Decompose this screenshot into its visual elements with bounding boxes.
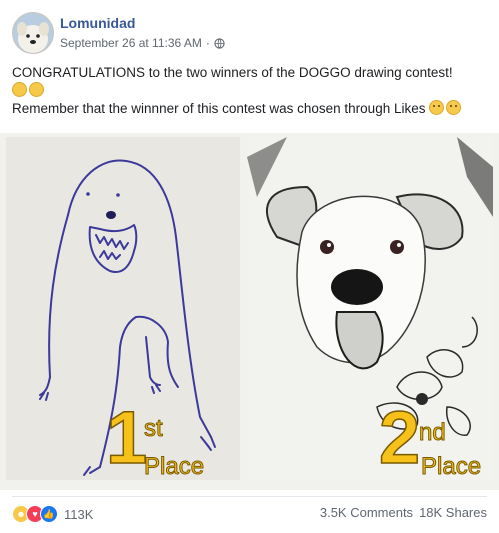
post-text-emoji-line [12, 82, 492, 100]
reaction-count: 113K [64, 506, 94, 522]
reactions-summary[interactable]: ☻ ♥ 👍 113K [12, 505, 93, 523]
realistic-dog-drawing-icon [247, 137, 493, 480]
post-photo[interactable]: 1 st Place 2 nd Place [0, 133, 499, 490]
post-timestamp[interactable]: September 26 at 11:36 AM [60, 36, 202, 50]
footer-divider [12, 496, 487, 497]
sad-face-icon [446, 100, 462, 115]
meta-separator: · [205, 36, 210, 50]
second-place-number: 2 [378, 396, 421, 479]
post-text-line-3-text: Remember that the winnner of this contes… [12, 101, 426, 116]
first-place-label: Place [143, 453, 205, 480]
second-place-label: Place [420, 453, 482, 480]
party-face-icon [12, 82, 27, 97]
avatar[interactable] [12, 12, 54, 54]
globe-icon[interactable] [214, 37, 225, 49]
post-stats: 3.5K Comments 18K Shares [320, 505, 487, 520]
like-icon: 👍 [40, 505, 58, 523]
second-place-drawing: 2 nd Place [247, 137, 493, 480]
party-face-icon [29, 82, 44, 97]
post-meta: September 26 at 11:36 AM · [60, 36, 225, 50]
first-place-drawing: 1 st Place [6, 137, 240, 480]
second-place-suffix: nd [419, 419, 447, 446]
page-name-link[interactable]: Lomunidad [60, 15, 135, 31]
comments-count-link[interactable]: 3.5K Comments [320, 505, 413, 520]
post-header: Lomunidad September 26 at 11:36 AM · [12, 12, 482, 56]
shares-count-link[interactable]: 18K Shares [419, 505, 487, 520]
sad-face-icon [429, 100, 445, 115]
post-footer: ☻ ♥ 👍 113K 3.5K Comments 18K Shares [12, 503, 487, 525]
post-text: CONGRATULATIONS to the two winners of th… [12, 64, 492, 118]
first-place-suffix: st [144, 415, 164, 442]
first-place-number: 1 [105, 396, 148, 479]
post-text-line-1: CONGRATULATIONS to the two winners of th… [12, 65, 453, 80]
dog-avatar-icon [13, 13, 53, 53]
post-text-line-3: Remember that the winnner of this contes… [12, 100, 492, 118]
